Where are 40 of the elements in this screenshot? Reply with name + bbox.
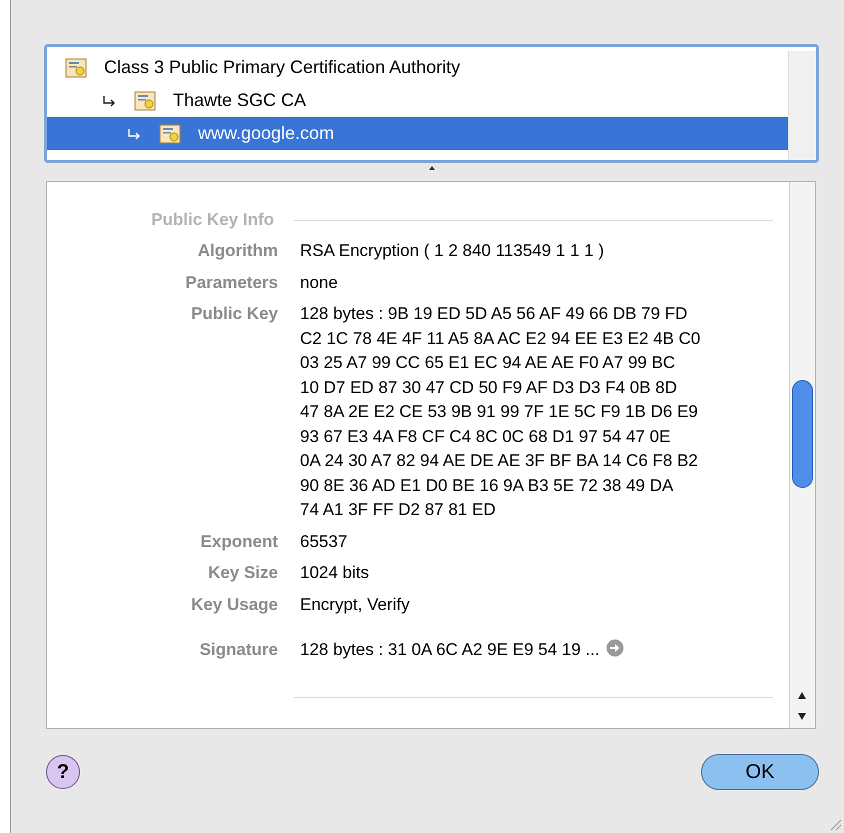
field-value: C2 1C 78 4E 4F 11 A5 8A AC E2 94 EE E3 E2 4B C0 bbox=[300, 328, 700, 350]
field-value: 90 8E 36 AD E1 D0 BE 16 9A B3 5E 72 38 49 DA bbox=[300, 474, 674, 496]
field-label: Algorithm bbox=[196, 240, 278, 262]
field-value: 03 25 A7 99 CC 65 E1 EC 94 AE AE F0 A7 99 BC bbox=[300, 352, 676, 374]
field-label: Key Size bbox=[207, 562, 278, 584]
field-value: 128 bytes : 9B 19 ED 5D A5 56 AF 49 66 DB 79 FD bbox=[300, 303, 688, 325]
field-value: 0A 24 30 A7 82 94 AE DE AE 3F BF BA 14 C6 F8 B2 bbox=[300, 450, 699, 472]
ok-button[interactable]: OK bbox=[701, 754, 819, 790]
field-label: Signature bbox=[198, 639, 278, 661]
field-value: 74 A1 3F FF D2 87 81 ED bbox=[300, 499, 497, 521]
field-label: Public Key bbox=[190, 303, 278, 325]
certificate-row[interactable]: Class 3 Public Primary Certification Authority bbox=[47, 51, 788, 84]
field-value: 10 D7 ED 87 30 47 CD 50 F9 AF D3 D3 F4 0B 8D bbox=[300, 376, 678, 398]
field-value: 128 bytes : 31 0A 6C A2 9E E9 54 19 ... bbox=[300, 639, 600, 661]
certificate-name: Thawte SGC CA bbox=[173, 89, 306, 112]
field-value: 1024 bits bbox=[300, 562, 369, 584]
field-value: none bbox=[300, 272, 338, 294]
field-value: 65537 bbox=[300, 530, 348, 552]
section-heading: Public Key Info bbox=[150, 209, 275, 232]
field-value: 93 67 E3 4A F8 CF C4 8C 0C 68 D1 97 54 47 0E bbox=[300, 426, 672, 448]
help-button[interactable]: ? bbox=[46, 755, 80, 789]
resize-grip-icon[interactable] bbox=[828, 817, 842, 831]
field-value: Encrypt, Verify bbox=[300, 594, 410, 616]
splitter-handle-icon[interactable] bbox=[428, 165, 436, 171]
field-label: Key Usage bbox=[190, 594, 278, 616]
certificate-icon bbox=[134, 90, 156, 110]
certificate-row[interactable]: www.google.com bbox=[47, 117, 788, 150]
child-arrow-icon bbox=[127, 128, 141, 140]
scrollbar[interactable] bbox=[789, 182, 815, 728]
certificate-name: Class 3 Public Primary Certification Authority bbox=[104, 56, 460, 79]
child-arrow-icon bbox=[102, 94, 116, 106]
field-value: RSA Encryption ( 1 2 840 113549 1 1 1 ) bbox=[300, 240, 604, 262]
certificate-icon bbox=[65, 58, 87, 78]
field-label: Exponent bbox=[200, 530, 278, 552]
certificate-icon bbox=[159, 124, 181, 144]
field-value: 47 8A 2E E2 CE 53 9B 91 99 7F 1E 5C F9 1B D6 E9 bbox=[300, 401, 699, 423]
certificate-name: www.google.com bbox=[198, 122, 334, 145]
certificate-row[interactable]: Thawte SGC CA bbox=[47, 84, 788, 117]
field-label: Parameters bbox=[184, 272, 278, 294]
scrollbar-thumb[interactable] bbox=[792, 380, 813, 488]
